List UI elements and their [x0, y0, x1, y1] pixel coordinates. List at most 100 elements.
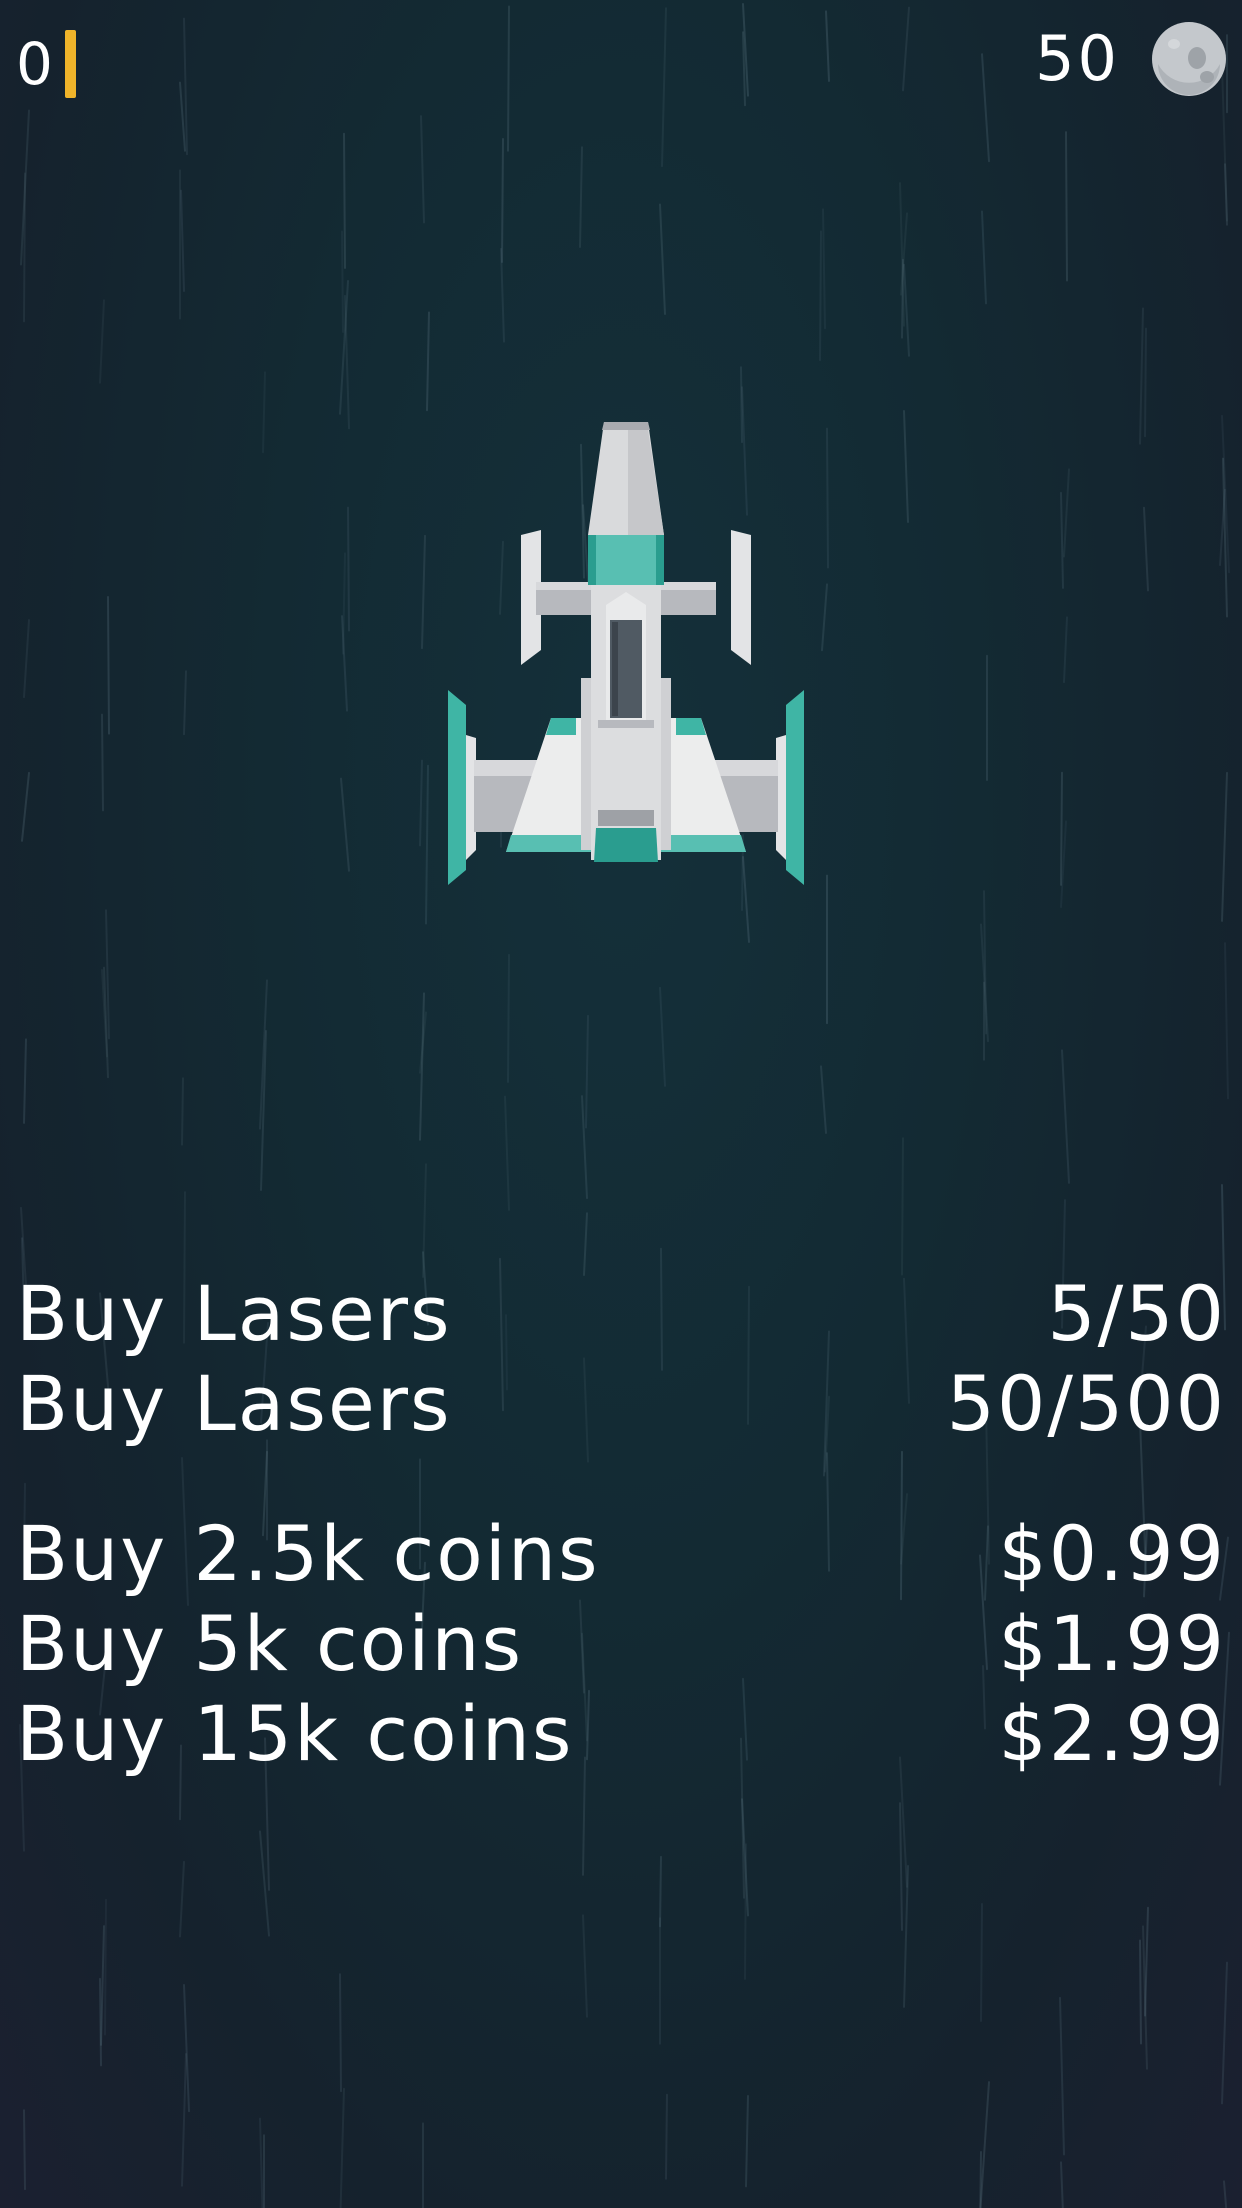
rain-streak [339, 1973, 342, 2093]
rain-streak [1061, 1049, 1070, 1184]
spaceship-icon [448, 422, 804, 885]
laser-hud: 0 [16, 30, 76, 98]
laser-count: 0 [16, 30, 55, 98]
rain-streak [507, 953, 510, 1083]
rain-streak [745, 2094, 749, 2188]
rain-streak [1060, 771, 1063, 886]
rain-streak [339, 2087, 345, 2208]
rain-streak [902, 6, 910, 92]
buy-coins-label: Buy 2.5k coins [16, 1509, 600, 1598]
rain-streak [899, 1802, 903, 1932]
buy-coins-price: $0.99 [998, 1509, 1226, 1598]
rain-streak [1144, 327, 1147, 438]
rain-streak [507, 5, 510, 152]
rain-streak [180, 189, 185, 293]
rain-streak [579, 146, 583, 248]
buy-coins-5k-row[interactable]: Buy 5k coins $1.99 [16, 1600, 1226, 1688]
rain-streak [1063, 616, 1068, 684]
rain-streak [901, 1137, 904, 1276]
rain-streak [181, 1077, 184, 1146]
rain-streak [341, 615, 348, 712]
rain-streak [659, 203, 666, 315]
rain-streak [1221, 771, 1228, 922]
buy-lasers-label: Buy Lasers [16, 1269, 452, 1358]
rain-streak [583, 1212, 588, 1276]
rain-streak [826, 427, 829, 569]
coin-hud: 50 [1035, 20, 1228, 98]
buy-lasers-price: 5/50 [1047, 1269, 1226, 1358]
rain-streak [21, 771, 30, 842]
rain-streak [501, 137, 504, 264]
buy-coins-label: Buy 5k coins [16, 1599, 524, 1688]
rain-streak [421, 534, 426, 650]
buy-coins-2-5k-row[interactable]: Buy 2.5k coins $0.99 [16, 1510, 1226, 1598]
buy-lasers-large-row[interactable]: Buy Lasers 50/500 [16, 1360, 1226, 1448]
rain-streak [99, 1977, 102, 2067]
rain-streak [659, 1855, 662, 1928]
rain-streak [981, 53, 990, 163]
rain-streak [99, 299, 105, 384]
rain-streak [820, 1065, 827, 1134]
rain-streak [1139, 1939, 1142, 2045]
rain-streak [1143, 506, 1149, 592]
rain-streak [825, 10, 830, 82]
rain-streak [979, 2150, 982, 2208]
rain-streak [179, 1860, 185, 1938]
rain-streak [340, 777, 350, 872]
rain-streak [1139, 307, 1144, 445]
rain-streak [343, 132, 346, 269]
coin-count: 50 [1035, 22, 1120, 95]
rain-streak [504, 1095, 510, 1211]
rain-streak [585, 1014, 589, 1129]
rain-streak [107, 595, 110, 735]
rain-streak [179, 81, 186, 152]
rain-streak [420, 115, 425, 224]
rain-streak [23, 2109, 26, 2191]
rain-streak [1060, 2161, 1064, 2208]
rain-streak [1063, 468, 1070, 558]
rain-streak [1065, 131, 1068, 282]
rain-streak [181, 2053, 187, 2187]
rain-streak [744, 1843, 747, 1980]
rain-streak [259, 2117, 264, 2208]
rain-background [19, 3, 1230, 2208]
rain-streak [903, 409, 909, 523]
rain-streak [426, 311, 430, 412]
rain-streak [981, 210, 987, 305]
rain-streak [1144, 1906, 1149, 2017]
rain-streak [101, 713, 104, 812]
buy-coins-15k-row[interactable]: Buy 15k coins $2.99 [16, 1690, 1226, 1778]
buy-lasers-price: 50/500 [946, 1359, 1226, 1448]
buy-coins-label: Buy 15k coins [16, 1689, 574, 1778]
rain-streak [1221, 1961, 1228, 2105]
asteroid-coin-icon [1152, 22, 1226, 96]
rain-streak [659, 986, 666, 1087]
buy-coins-price: $1.99 [998, 1599, 1226, 1688]
rain-streak [344, 294, 350, 430]
rain-streak [1224, 942, 1229, 1100]
rain-streak [661, 7, 667, 168]
rain-streak [183, 670, 187, 736]
rain-streak [425, 764, 429, 925]
rain-streak [582, 1914, 588, 2018]
rain-streak [1223, 2180, 1228, 2208]
rain-streak [419, 759, 423, 847]
rain-streak [903, 263, 910, 357]
buy-lasers-label: Buy Lasers [16, 1359, 452, 1448]
rain-streak [104, 1898, 107, 2036]
rain-streak [23, 619, 30, 699]
rain-streak [262, 371, 266, 454]
buy-lasers-small-row[interactable]: Buy Lasers 5/50 [16, 1270, 1226, 1358]
rain-streak [347, 506, 350, 632]
rain-streak [341, 230, 344, 333]
rain-streak [980, 1902, 983, 2022]
rain-streak [1060, 491, 1064, 589]
buy-coins-price: $2.99 [998, 1689, 1226, 1778]
rain-streak [822, 208, 826, 330]
rain-streak [23, 1038, 27, 1124]
rain-streak [819, 230, 822, 362]
laser-energy-bar [64, 30, 76, 98]
rain-streak [665, 2093, 668, 2180]
rain-streak [1059, 1996, 1065, 2156]
rain-streak [821, 583, 828, 652]
